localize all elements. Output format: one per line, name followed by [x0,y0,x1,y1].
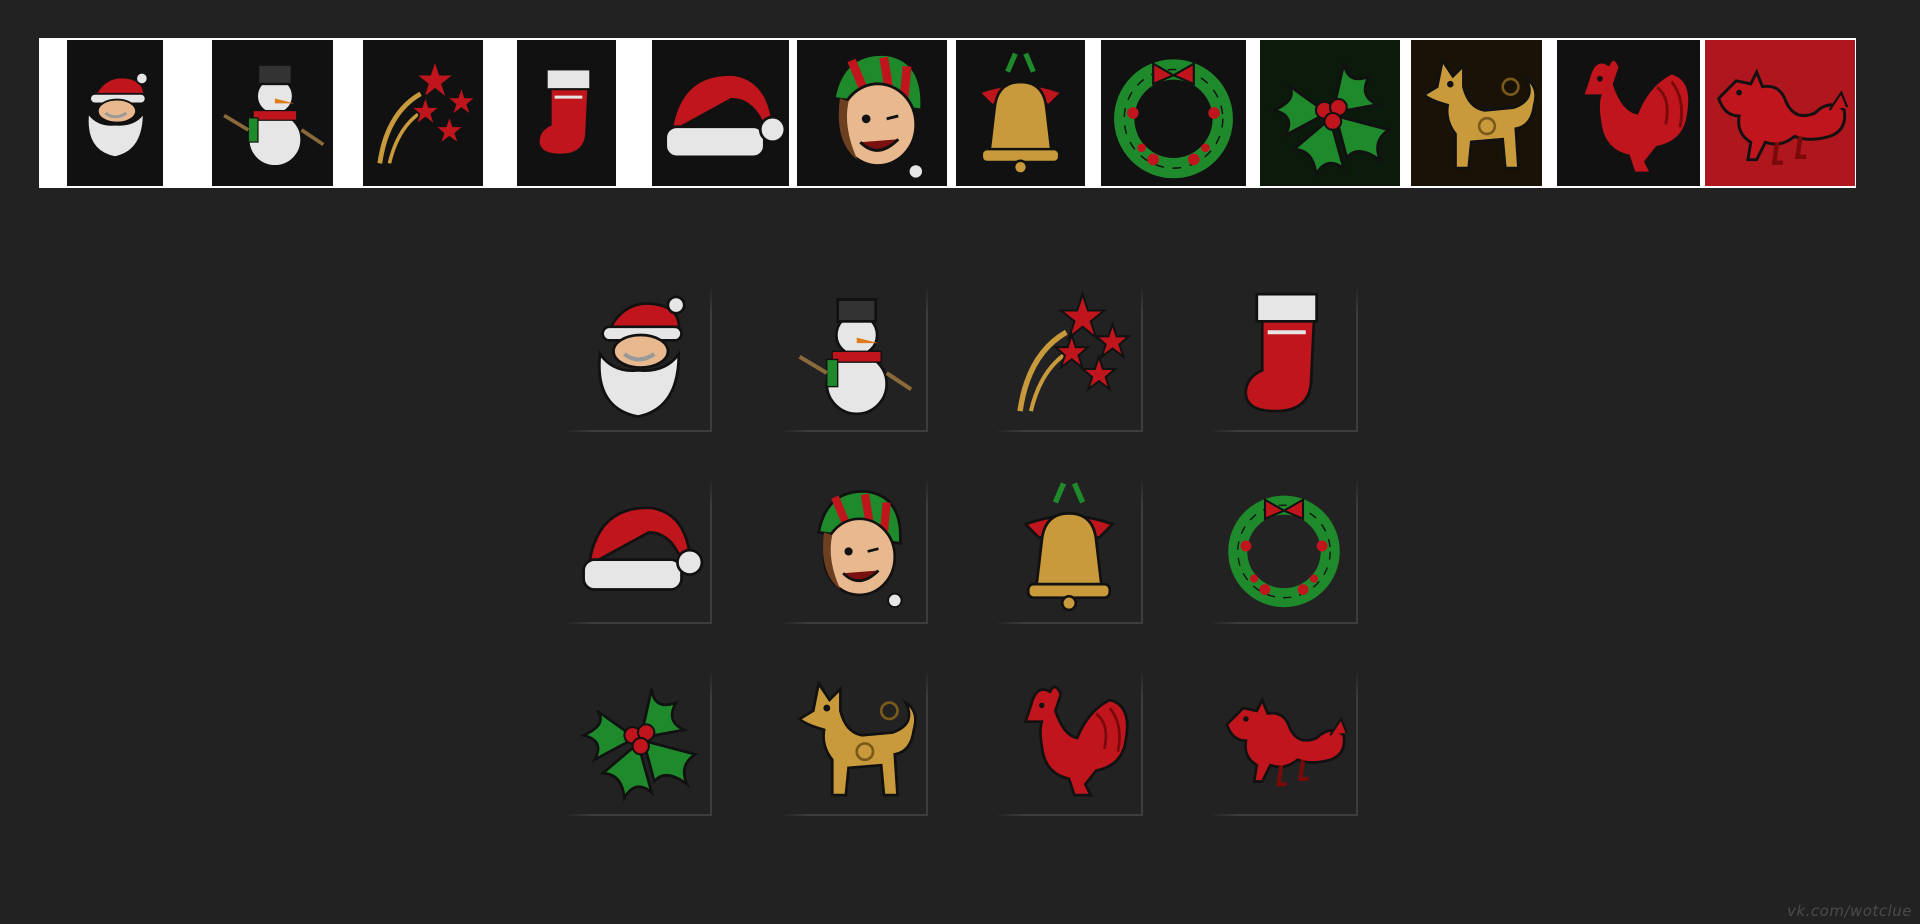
grid-cell-shooting-stars-icon [995,284,1143,432]
grid-cell-snowman-icon [780,284,928,432]
strip-santa-hat-icon [652,40,789,186]
strip-wreath-icon [1101,40,1246,186]
grid-cell-bell-icon [995,476,1143,624]
wreath-icon [1216,478,1352,614]
strip-snowman-icon [212,40,333,186]
shooting-stars-icon [1001,286,1137,422]
grid-cell-stocking-icon [1210,284,1358,432]
strip-holly-icon [1260,40,1400,186]
watermark: vk.com/wotclue [1787,902,1912,920]
grid-cell-golden-dog-icon [780,668,928,816]
strip-stocking-icon [517,40,616,186]
grid-cell-santa-icon [564,284,712,432]
grid-cell-red-rooster-icon [995,668,1143,816]
strip-santa-icon [67,40,163,186]
grid-cell-santa-hat-icon [564,476,712,624]
strip-shooting-stars-icon [363,40,483,186]
strip-golden-dog-icon [1411,40,1542,186]
santa-icon [570,286,706,422]
grid-cell-elf-icon [780,476,928,624]
golden-dog-icon [786,670,922,806]
strip-elf-icon [797,40,947,186]
strip-red-rooster-icon [1557,40,1700,186]
red-rooster-icon [1001,670,1137,806]
holly-icon [570,670,706,806]
red-dragon-icon [1216,670,1352,806]
strip-red-dragon-icon [1705,40,1855,186]
stocking-icon [1216,286,1352,422]
strip-bell-icon [956,40,1085,186]
grid-cell-wreath-icon [1210,476,1358,624]
grid-cell-holly-icon [564,668,712,816]
elf-icon [786,478,922,614]
bell-icon [1001,478,1137,614]
santa-hat-icon [570,478,706,614]
snowman-icon [786,286,922,422]
grid-cell-red-dragon-icon [1210,668,1358,816]
